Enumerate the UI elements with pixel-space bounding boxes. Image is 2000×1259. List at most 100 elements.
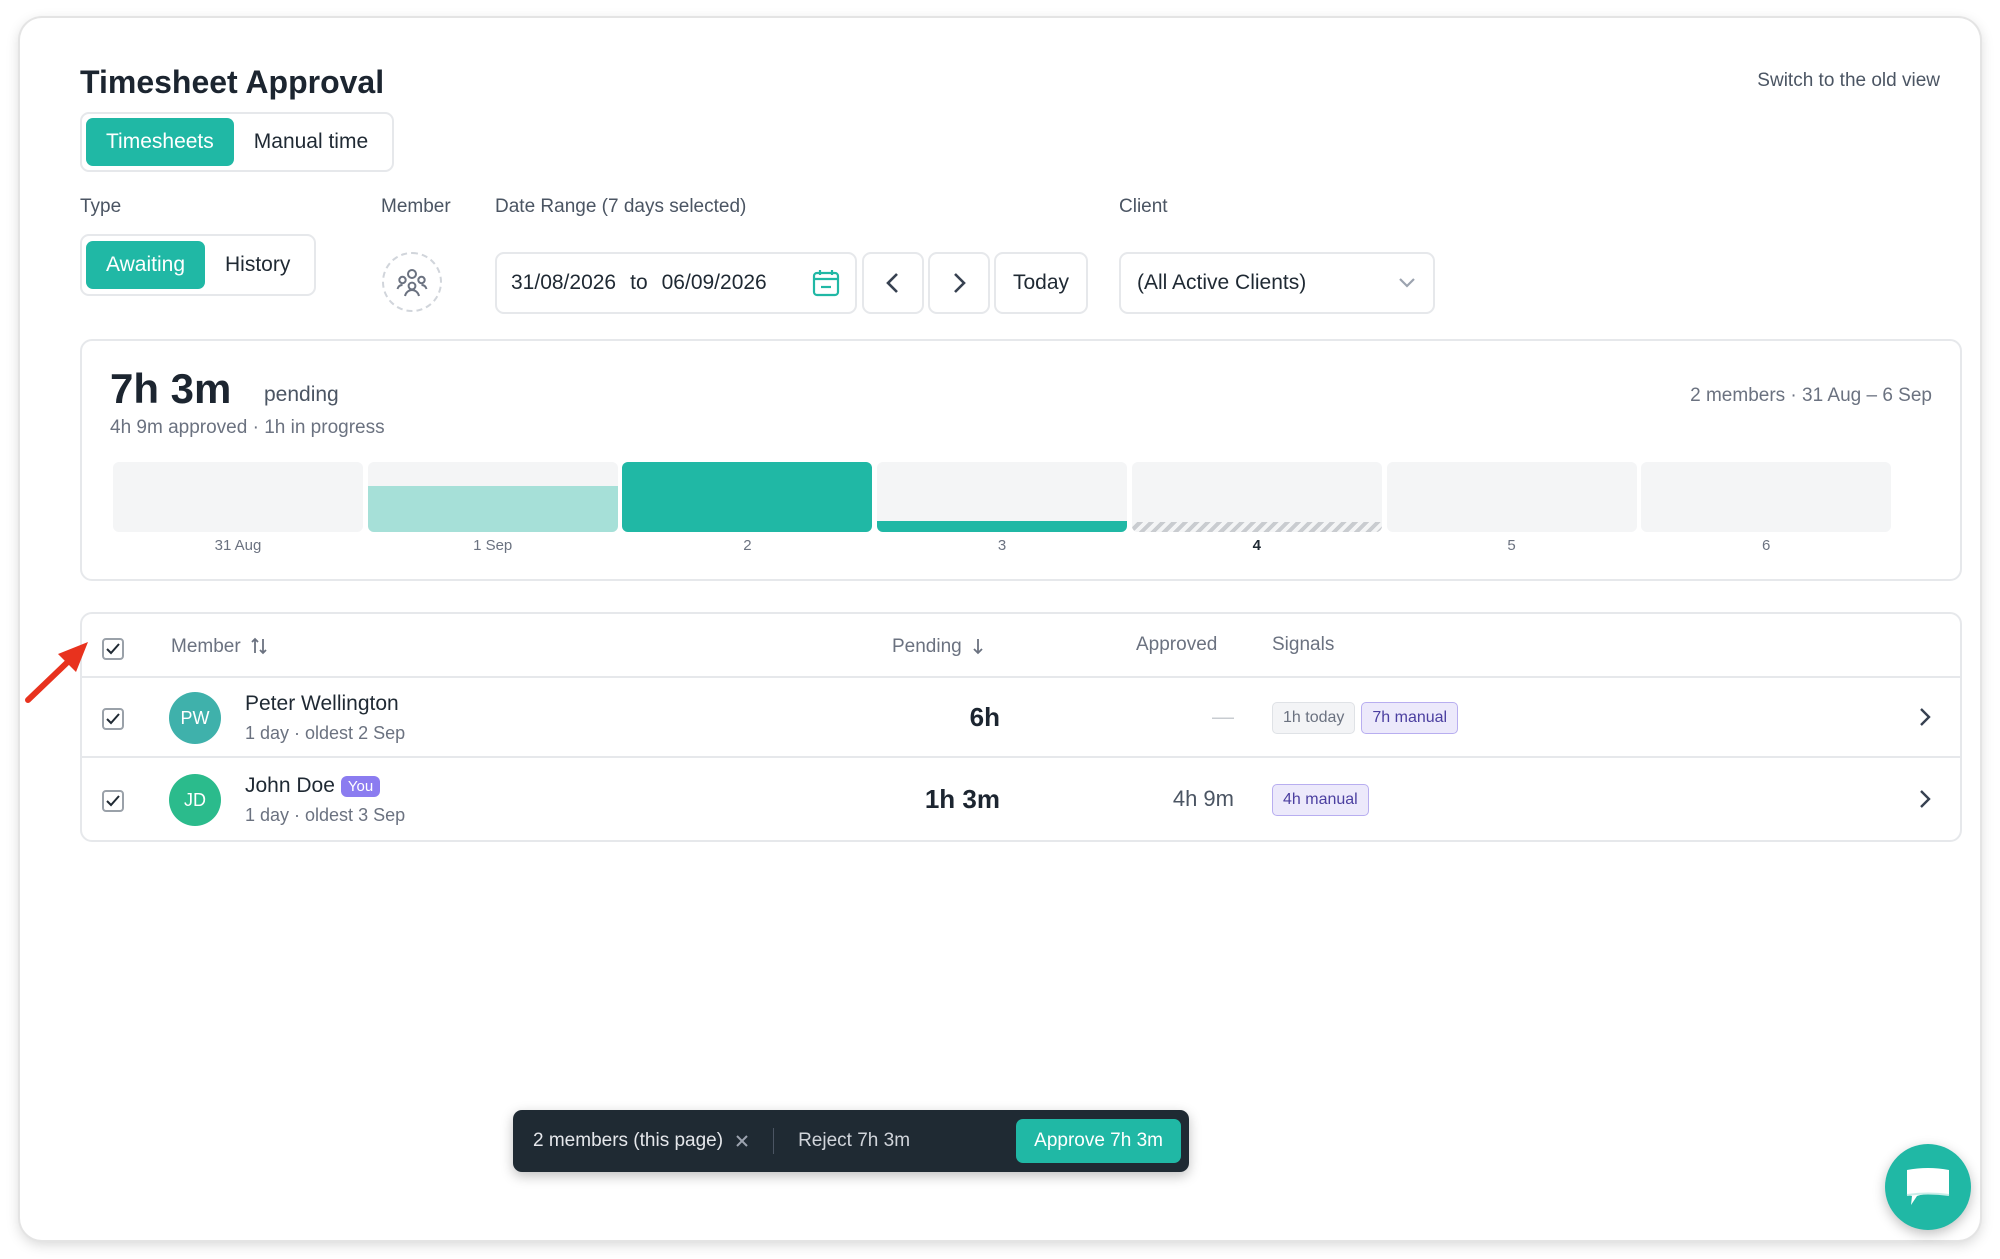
switch-old-view-link[interactable]: Switch to the old view xyxy=(1757,70,1940,92)
row-checkbox[interactable] xyxy=(102,708,124,730)
day-bar-track xyxy=(622,462,873,532)
day-bar[interactable]: 6 xyxy=(1641,462,1892,554)
signals: 1h today 7h manual xyxy=(1272,702,1459,734)
members-table: Member Pending Approved Signals PW Peter… xyxy=(80,612,1962,842)
group-icon xyxy=(396,269,428,297)
selection-summary: 2 members (this page) xyxy=(533,1130,724,1151)
calendar-icon xyxy=(812,270,840,297)
day-bar-fill xyxy=(877,521,1128,532)
client-label: Client xyxy=(1119,196,1168,217)
daily-bars: 31 Aug 1 Sep 2 3 4 5 6 xyxy=(113,462,1931,572)
annotation-arrow xyxy=(25,642,88,703)
chat-icon xyxy=(1906,1168,1950,1205)
tab-timesheets[interactable]: Timesheets xyxy=(86,118,234,166)
avatar: JD xyxy=(169,774,221,826)
member-name: John Doe You xyxy=(245,774,381,798)
member-label: Member xyxy=(381,196,451,217)
view-tabs: Timesheets Manual time xyxy=(80,112,395,172)
date-to: 06/09/2026 xyxy=(661,271,767,294)
chat-button[interactable] xyxy=(1885,1144,1971,1230)
you-badge: You xyxy=(340,775,381,797)
select-all-checkbox[interactable] xyxy=(102,638,124,660)
member-column-header[interactable]: Member xyxy=(171,636,268,658)
summary-subline: 4h 9m approved · 1h in progress xyxy=(110,417,385,438)
day-bar-label: 1 Sep xyxy=(473,537,513,554)
pending-column-header[interactable]: Pending xyxy=(892,636,985,658)
type-history-button[interactable]: History xyxy=(205,241,310,289)
member-name: Peter Wellington xyxy=(245,692,399,716)
day-bar-track xyxy=(113,462,363,532)
approve-button[interactable]: Approve 7h 3m xyxy=(1016,1119,1181,1163)
chevron-down-icon xyxy=(1399,278,1415,288)
pending-word: pending xyxy=(264,383,339,406)
member-name-text: John Doe xyxy=(245,774,335,797)
type-awaiting-button[interactable]: Awaiting xyxy=(86,241,205,289)
date-to-word: to xyxy=(630,271,648,294)
type-label: Type xyxy=(80,196,122,217)
checkmark-icon xyxy=(106,795,120,807)
day-bar-track xyxy=(1641,462,1892,532)
day-bar[interactable]: 31 Aug xyxy=(113,462,363,554)
client-select-value: (All Active Clients) xyxy=(1137,271,1307,294)
approved-value: — xyxy=(1212,704,1234,729)
day-bar-track xyxy=(877,462,1128,532)
day-bar-fill xyxy=(367,486,618,532)
date-range-label: Date Range (7 days selected) xyxy=(495,196,747,217)
next-range-button[interactable] xyxy=(928,252,990,314)
summary-card: 7h 3m pending 4h 9m approved · 1h in pro… xyxy=(80,339,1962,581)
bulk-action-bar: 2 members (this page) Reject 7h 3m Appro… xyxy=(513,1110,1189,1172)
day-bar-label: 3 xyxy=(997,537,1007,554)
divider xyxy=(773,1128,775,1154)
day-bar-label: 6 xyxy=(1762,537,1771,554)
signals: 4h manual xyxy=(1272,784,1369,816)
member-header-label: Member xyxy=(171,636,241,657)
checkmark-icon xyxy=(106,713,120,725)
chevron-right-icon xyxy=(954,273,966,293)
pending-total: 7h 3m xyxy=(110,365,232,412)
row-checkbox[interactable] xyxy=(102,790,124,812)
day-bar[interactable]: 4 xyxy=(1131,462,1382,554)
day-bar[interactable]: 3 xyxy=(877,462,1128,554)
table-row[interactable]: PW Peter Wellington 1 day · oldest 2 Sep… xyxy=(82,678,1960,758)
previous-range-button[interactable] xyxy=(862,252,924,314)
app-window: Timesheet Approval Switch to the old vie… xyxy=(20,18,1980,1240)
member-picker[interactable] xyxy=(382,252,442,312)
day-bar-label: 4 xyxy=(1252,537,1261,554)
day-bar-track xyxy=(367,462,618,532)
day-bar-hatch xyxy=(1131,522,1382,532)
reject-button[interactable]: Reject 7h 3m xyxy=(798,1130,910,1152)
day-bar-label: 31 Aug xyxy=(214,537,262,554)
today-button[interactable]: Today xyxy=(994,252,1088,314)
pending-value: 6h xyxy=(969,702,1000,732)
chevron-right-icon[interactable] xyxy=(1918,788,1932,810)
sort-down-icon xyxy=(973,639,983,655)
day-bar-label: 5 xyxy=(1507,537,1516,554)
clear-selection-button[interactable] xyxy=(735,1134,749,1148)
date-range-picker[interactable]: 31/08/2026 to 06/09/2026 xyxy=(495,252,857,314)
chevron-right-icon[interactable] xyxy=(1918,706,1932,728)
approved-column-header: Approved xyxy=(1136,634,1218,655)
summary-member-range: 2 members · 31 Aug – 6 Sep xyxy=(1690,385,1932,406)
type-toggle: Awaiting History xyxy=(80,234,317,296)
member-name-text: Peter Wellington xyxy=(245,692,399,715)
signal-badge: 1h today xyxy=(1272,702,1356,734)
chevron-left-icon xyxy=(886,273,898,293)
day-bar-track xyxy=(1131,462,1382,532)
table-row[interactable]: JD John Doe You 1 day · oldest 3 Sep 1h … xyxy=(82,760,1960,840)
client-select[interactable]: (All Active Clients) xyxy=(1119,252,1435,314)
avatar: PW xyxy=(169,692,221,744)
day-bar[interactable]: 5 xyxy=(1386,462,1637,554)
pending-value: 1h 3m xyxy=(924,784,1000,814)
member-meta: 1 day · oldest 2 Sep xyxy=(245,723,406,743)
tab-manual-time[interactable]: Manual time xyxy=(234,118,388,166)
close-icon xyxy=(736,1135,748,1147)
day-bar[interactable]: 1 Sep xyxy=(367,462,618,554)
day-bar-fill xyxy=(622,462,873,532)
approved-value: 4h 9m xyxy=(1172,786,1234,811)
day-bar[interactable]: 2 xyxy=(622,462,873,554)
day-bar-track xyxy=(1386,462,1637,532)
sort-icon xyxy=(251,637,267,655)
page-title: Timesheet Approval xyxy=(80,64,385,100)
pending-header-label: Pending xyxy=(892,636,962,657)
member-meta: 1 day · oldest 3 Sep xyxy=(245,805,406,825)
